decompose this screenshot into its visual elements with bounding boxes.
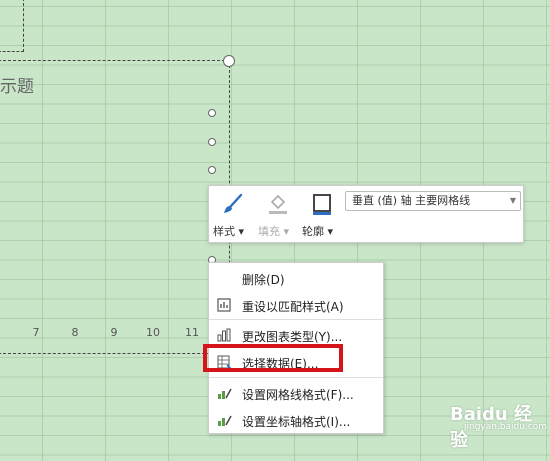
axis-tick-label: 9 bbox=[110, 326, 118, 339]
chart-title[interactable]: 示题 bbox=[0, 72, 34, 97]
menu-item-format-axis[interactable]: 设置坐标轴格式(I)... bbox=[209, 407, 383, 433]
style-label: 样式 ▾ bbox=[213, 225, 245, 238]
chart-area[interactable] bbox=[0, 60, 230, 354]
axis-tick-label: 10 bbox=[146, 326, 160, 339]
fill-button[interactable]: 填充 ▾ bbox=[258, 190, 298, 240]
outline-button[interactable]: 轮廓 ▾ bbox=[302, 190, 342, 240]
menu-divider bbox=[209, 377, 383, 378]
watermark-url: jingyan.baidu.com bbox=[464, 422, 548, 432]
chart-mini-toolbar: 样式 ▾ 填充 ▾ 轮廓 ▾ 垂直 (值) 轴 主要网格线 ▼ bbox=[208, 185, 524, 243]
menu-item-label: 删除(D) bbox=[242, 273, 285, 287]
menu-item-label: 设置网格线格式(F)... bbox=[242, 388, 354, 402]
format-icon bbox=[218, 388, 232, 399]
outline-label: 轮廓 ▾ bbox=[302, 225, 334, 238]
axis-tick-label: 7 bbox=[32, 326, 40, 339]
style-button[interactable]: 样式 ▾ bbox=[213, 190, 253, 240]
axis-tick-label: 11 bbox=[185, 326, 199, 339]
chart-element-select[interactable]: 垂直 (值) 轴 主要网格线 ▼ bbox=[345, 191, 521, 211]
plot-area-handle[interactable] bbox=[208, 166, 216, 174]
fill-label: 填充 ▾ bbox=[258, 225, 290, 238]
plot-area-handle[interactable] bbox=[208, 138, 216, 146]
bar-chart-icon bbox=[217, 328, 231, 342]
menu-item-label: 更改图表类型(Y)... bbox=[242, 330, 343, 344]
outline-icon bbox=[313, 194, 331, 215]
menu-divider bbox=[209, 319, 383, 320]
chart-element-select-value: 垂直 (值) 轴 主要网格线 bbox=[352, 194, 471, 207]
chevron-down-icon: ▼ bbox=[509, 196, 516, 205]
menu-item-delete[interactable]: 删除(D) bbox=[209, 265, 383, 291]
menu-item-format-gridlines[interactable]: 设置网格线格式(F)... bbox=[209, 380, 383, 406]
brush-icon bbox=[224, 193, 243, 213]
upper-chart-frame bbox=[0, 0, 24, 52]
chart-resize-handle-top-right[interactable] bbox=[223, 55, 235, 67]
axis-tick-label: 8 bbox=[71, 326, 79, 339]
plot-area-handle[interactable] bbox=[208, 109, 216, 117]
menu-item-reset-style[interactable]: 重设以匹配样式(A) bbox=[209, 292, 383, 318]
highlight-annotation bbox=[203, 344, 343, 372]
menu-item-label: 设置坐标轴格式(I)... bbox=[242, 415, 351, 429]
watermark: Baidu 经验 jingyan.baidu.com bbox=[442, 398, 547, 451]
paint-bucket-icon bbox=[269, 194, 287, 214]
format-icon bbox=[218, 415, 232, 426]
menu-item-label: 重设以匹配样式(A) bbox=[242, 300, 344, 314]
reset-style-icon bbox=[217, 298, 231, 312]
